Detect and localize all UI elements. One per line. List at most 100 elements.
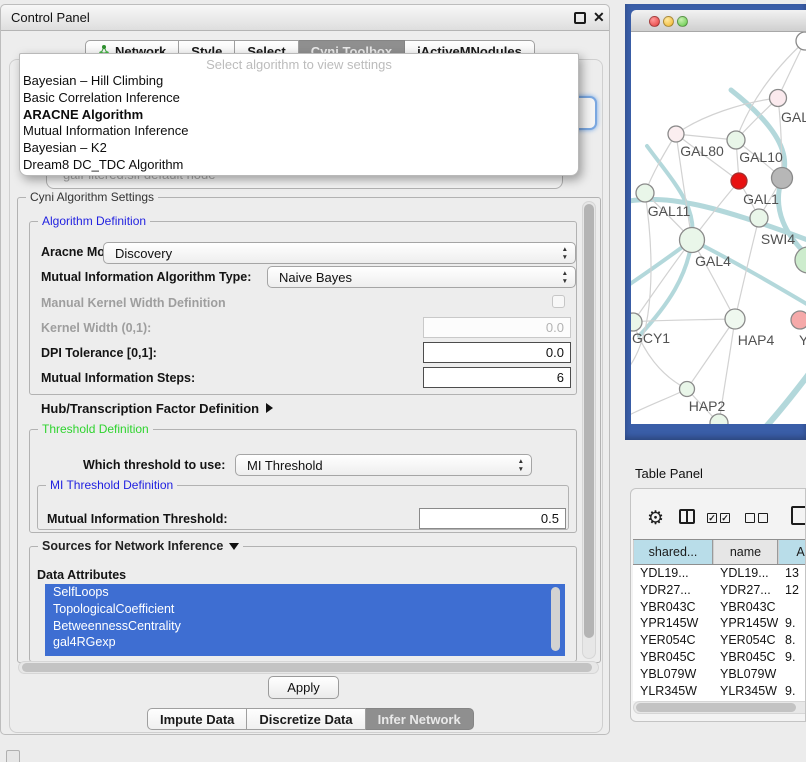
network-canvas[interactable]: GALGAL80GAL10GAL1GAL11GAL4SWI4GCY1HAP4YH… bbox=[631, 32, 806, 424]
table-row[interactable]: YPR145WYPR145W9. bbox=[633, 615, 806, 632]
table-row[interactable]: YBR045CYBR045C9. bbox=[633, 649, 806, 666]
tab-infer-network[interactable]: Infer Network bbox=[366, 708, 474, 730]
close-icon[interactable]: ✕ bbox=[593, 9, 605, 26]
table-row[interactable]: YDR27...YDR27...12 bbox=[633, 582, 806, 599]
node-bottom-green[interactable] bbox=[710, 414, 728, 424]
settings-scrollbar-thumb[interactable] bbox=[584, 204, 594, 638]
node-gal4[interactable] bbox=[680, 228, 705, 253]
attribute-item-gal4rgexp[interactable]: gal4RGexp bbox=[45, 634, 565, 651]
dpi-tolerance-value: 0.0 bbox=[546, 345, 564, 360]
algorithm-option-aracne-algorithm[interactable]: ARACNE Algorithm bbox=[20, 107, 578, 124]
close-window-icon[interactable] bbox=[649, 16, 660, 27]
teal-edge bbox=[763, 366, 806, 424]
table-cell: YDL19... bbox=[633, 565, 713, 582]
unchecked-box-icon[interactable] bbox=[758, 513, 768, 523]
table-row[interactable]: YBL079WYBL079W bbox=[633, 666, 806, 683]
node-hap4[interactable] bbox=[725, 309, 745, 329]
settings-hscrollbar-thumb[interactable] bbox=[22, 663, 592, 672]
document-icon[interactable] bbox=[791, 506, 806, 525]
node-right-pink[interactable] bbox=[791, 311, 806, 329]
column-header-shared[interactable]: shared... bbox=[633, 540, 713, 564]
node-gal10[interactable] bbox=[727, 131, 745, 149]
control-panel-titlebar: Control Panel ✕ bbox=[1, 5, 609, 31]
table-cell: YER054C bbox=[633, 632, 713, 649]
gray-edge bbox=[735, 218, 759, 319]
mi-type-combo[interactable]: Naive Bayes ▲▼ bbox=[267, 266, 576, 288]
table-header-row: shared...nameA bbox=[633, 539, 806, 565]
table-row[interactable]: YER054CYER054C8. bbox=[633, 632, 806, 649]
table-cell: 9. bbox=[778, 649, 806, 666]
table-row[interactable]: YDL19...YDL19...13 bbox=[633, 565, 806, 582]
attribute-item-topologicalcoefficient[interactable]: TopologicalCoefficient bbox=[45, 601, 565, 618]
aracne-mode-value: Discovery bbox=[115, 246, 172, 261]
sources-group-title[interactable]: Sources for Network Inference bbox=[38, 539, 243, 553]
algorithm-option-bayesian-hill-climbing[interactable]: Bayesian – Hill Climbing bbox=[20, 73, 578, 90]
manual-kernel-checkbox[interactable] bbox=[552, 295, 565, 308]
node-right-green[interactable] bbox=[795, 247, 806, 273]
float-panel-icon[interactable] bbox=[574, 12, 586, 24]
table-cell: YPR145W bbox=[633, 615, 713, 632]
checked-box-icon[interactable]: ✓ bbox=[720, 513, 730, 523]
column-header-name[interactable]: name bbox=[713, 540, 778, 564]
which-threshold-combo[interactable]: MI Threshold ▲▼ bbox=[235, 454, 532, 476]
attributes-scrollbar-thumb[interactable] bbox=[551, 587, 560, 651]
hub-definition-toggle[interactable]: Hub/Transcription Factor Definition bbox=[41, 401, 273, 416]
table-cell: YDR27... bbox=[633, 582, 713, 599]
mi-steps-field[interactable]: 6 bbox=[423, 367, 571, 388]
tab-discretize-data[interactable]: Discretize Data bbox=[247, 708, 365, 730]
node-gal11[interactable] bbox=[636, 184, 654, 202]
gray-edge bbox=[687, 319, 735, 389]
kernel-width-field[interactable]: 0.0 bbox=[423, 317, 571, 338]
gear-icon[interactable]: ⚙ bbox=[647, 507, 664, 530]
algorithm-definition-title: Algorithm Definition bbox=[38, 214, 150, 228]
network-view-window: GALGAL80GAL10GAL1GAL11GAL4SWI4GCY1HAP4YH… bbox=[625, 4, 806, 440]
table-cell: 9. bbox=[778, 615, 806, 632]
algorithm-option-dream8-dc-tdc-algorithm[interactable]: Dream8 DC_TDC Algorithm bbox=[20, 157, 578, 174]
attribute-item-betweennesscentrality[interactable]: BetweennessCentrality bbox=[45, 618, 565, 635]
network-window-titlebar[interactable] bbox=[631, 10, 806, 32]
tab-label: Discretize Data bbox=[259, 712, 352, 727]
node-gray[interactable] bbox=[772, 168, 793, 189]
table-row[interactable]: YBR043CYBR043C bbox=[633, 599, 806, 616]
dpi-tolerance-field[interactable]: 0.0 bbox=[423, 342, 571, 363]
combo-arrows-icon: ▲▼ bbox=[518, 458, 524, 473]
column-header-a[interactable]: A bbox=[778, 540, 806, 564]
checked-box-icon[interactable]: ✓ bbox=[707, 513, 717, 523]
minimize-window-icon[interactable] bbox=[663, 16, 674, 27]
minimized-panel-icon[interactable] bbox=[6, 750, 20, 762]
table-hscrollbar-thumb[interactable] bbox=[636, 703, 796, 712]
algorithm-prompt: Select algorithm to view settings bbox=[20, 54, 578, 73]
table-cell: YLR345W bbox=[713, 683, 778, 700]
cyni-settings-group-title: Cyni Algorithm Settings bbox=[26, 190, 158, 204]
unchecked-box-icon[interactable] bbox=[745, 513, 755, 523]
columns-icon[interactable] bbox=[679, 509, 695, 524]
table-cell: 9. bbox=[778, 683, 806, 700]
mi-threshold-field[interactable]: 0.5 bbox=[419, 508, 566, 529]
node-hap2[interactable] bbox=[680, 382, 695, 397]
tab-impute-data[interactable]: Impute Data bbox=[147, 708, 247, 730]
aracne-mode-combo[interactable]: Discovery ▲▼ bbox=[103, 242, 576, 264]
node-label-gal1: GAL1 bbox=[743, 191, 779, 207]
node-label-gal: GAL bbox=[781, 109, 806, 125]
apply-button[interactable]: Apply bbox=[268, 676, 339, 699]
algorithm-option-basic-correlation-inference[interactable]: Basic Correlation Inference bbox=[20, 90, 578, 107]
cyni-mode-tabbar: Impute Data Discretize Data Infer Network bbox=[147, 708, 474, 730]
node-mid-green[interactable] bbox=[750, 209, 768, 227]
attribute-item-selfloops[interactable]: SelfLoops bbox=[45, 584, 565, 601]
table-cell: YBR045C bbox=[633, 649, 713, 666]
zoom-window-icon[interactable] bbox=[677, 16, 688, 27]
algorithm-dropdown-popup: Select algorithm to view settings Bayesi… bbox=[19, 53, 579, 176]
node-gcy1[interactable] bbox=[631, 313, 642, 331]
algorithm-option-mutual-information-inference[interactable]: Mutual Information Inference bbox=[20, 123, 578, 140]
desktop: { "colors": { "selection_blue": "#3e6ed2… bbox=[0, 0, 806, 762]
table-cell: 8. bbox=[778, 632, 806, 649]
table-row[interactable]: YLR345WYLR345W9. bbox=[633, 683, 806, 700]
teal-edge bbox=[692, 240, 806, 310]
node-label-gcy1: GCY1 bbox=[632, 330, 670, 346]
node-gal1-red[interactable] bbox=[731, 173, 747, 189]
algorithm-option-bayesian-k2[interactable]: Bayesian – K2 bbox=[20, 140, 578, 157]
chevron-right-icon bbox=[266, 403, 273, 413]
node-gal2[interactable] bbox=[770, 90, 787, 107]
node-gal80[interactable] bbox=[668, 126, 684, 142]
tab-label: Infer Network bbox=[378, 712, 461, 727]
